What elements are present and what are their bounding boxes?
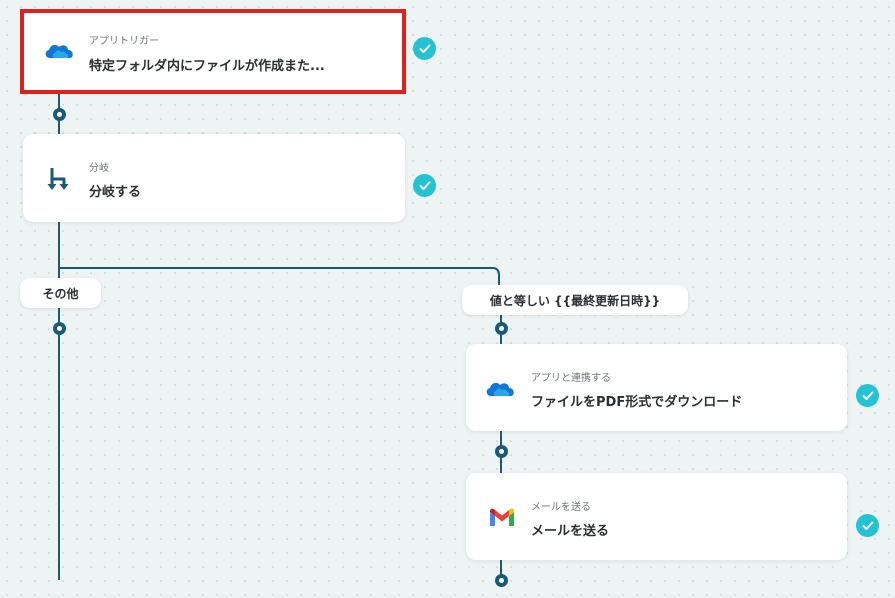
branch-icon — [44, 164, 74, 194]
branch-subtitle: 分岐 — [89, 163, 109, 174]
check-icon — [856, 514, 879, 537]
trigger-card[interactable]: アプリトリガー 特定フォルダ内にファイルが作成また... — [20, 9, 406, 94]
trigger-title: 特定フォルダ内にファイルが作成また... — [89, 59, 325, 74]
gmail-icon — [487, 503, 517, 533]
branch-title: 分岐する — [89, 185, 142, 200]
trigger-subtitle: アプリトリガー — [89, 36, 159, 47]
onedrive-icon — [485, 374, 515, 404]
add-step-dot[interactable] — [495, 322, 508, 335]
onedrive-action-title: ファイルをPDF形式でダウンロード — [531, 395, 743, 410]
gmail-action-title: メールを送る — [531, 524, 610, 539]
add-step-dot[interactable] — [53, 322, 66, 335]
onedrive-icon — [44, 36, 74, 66]
add-step-dot[interactable] — [495, 445, 508, 458]
branch-label-other[interactable]: その他 — [20, 278, 101, 308]
add-step-dot[interactable] — [495, 574, 508, 587]
branch-label-condition[interactable]: 値と等しい {{最終更新日時}} — [462, 285, 688, 315]
check-icon — [413, 174, 436, 197]
check-icon — [856, 384, 879, 407]
onedrive-action-subtitle: アプリと連携する — [531, 373, 611, 384]
branch-card[interactable]: 分岐 分岐する — [23, 134, 405, 222]
gmail-action-card[interactable]: メールを送る メールを送る — [466, 473, 847, 560]
add-step-dot[interactable] — [53, 108, 66, 121]
gmail-action-subtitle: メールを送る — [531, 502, 591, 513]
onedrive-action-card[interactable]: アプリと連携する ファイルをPDF形式でダウンロード — [466, 344, 847, 431]
connector-branch-right-path — [58, 267, 500, 293]
check-icon — [413, 37, 436, 60]
